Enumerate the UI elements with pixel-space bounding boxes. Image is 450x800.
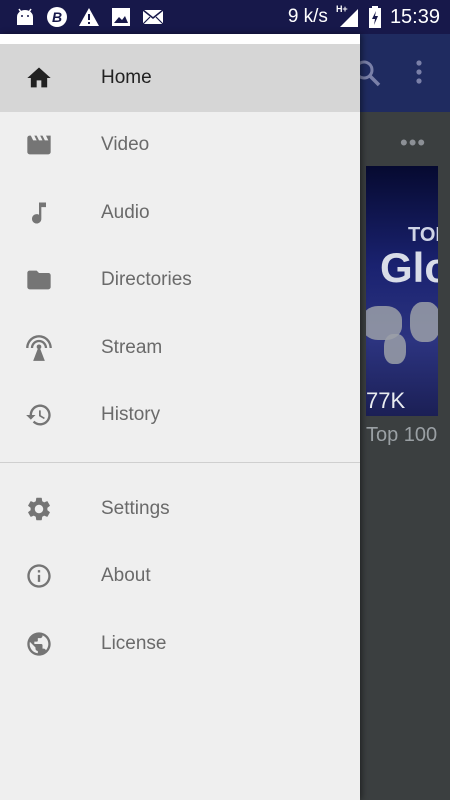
- view-count: 77K: [366, 388, 406, 413]
- nav-item-video[interactable]: Video: [0, 112, 360, 180]
- nav-label-audio: Audio: [101, 201, 150, 223]
- nav-item-stream[interactable]: Stream: [0, 314, 360, 382]
- video-title[interactable]: Top 100: [366, 424, 437, 447]
- nav-item-audio[interactable]: Audio: [0, 179, 360, 247]
- svg-text:B: B: [52, 9, 62, 25]
- world-map-shape: [384, 334, 406, 364]
- nav-item-about[interactable]: About: [0, 543, 360, 611]
- nav-label-license: License: [101, 632, 167, 654]
- globe-icon: [25, 630, 53, 658]
- drawer-header-strip: [0, 34, 360, 44]
- status-bar: B 9 k/s H+ 15:39: [0, 0, 450, 34]
- app-toolbar: [360, 34, 450, 112]
- history-icon: [25, 401, 53, 429]
- battery-charging-icon: [368, 6, 382, 28]
- nav-label-about: About: [101, 565, 151, 587]
- thumbnail-text-title: Glo: [380, 244, 438, 291]
- background-app: ••• TOP Glo 77K Top 100: [360, 34, 450, 800]
- home-icon: [25, 64, 53, 92]
- nav-item-license[interactable]: License: [0, 610, 360, 678]
- nav-item-directories[interactable]: Directories: [0, 247, 360, 315]
- nav-label-video: Video: [101, 134, 150, 156]
- music-note-icon: [25, 199, 53, 227]
- signal-icon: H+: [336, 4, 360, 28]
- drawer-divider: [0, 462, 360, 463]
- gear-icon: [25, 495, 53, 523]
- clock: 15:39: [389, 5, 440, 28]
- nav-label-home: Home: [101, 66, 152, 88]
- mail-icon: [142, 6, 164, 28]
- nav-label-settings: Settings: [101, 497, 170, 519]
- nav-label-directories: Directories: [101, 269, 192, 291]
- network-speed: 9 k/s: [287, 6, 328, 27]
- b-badge-icon: B: [46, 6, 68, 28]
- item-more-icon[interactable]: •••: [400, 130, 426, 156]
- video-icon: [25, 131, 53, 159]
- warning-icon: [78, 6, 100, 28]
- nav-item-home[interactable]: Home: [0, 44, 360, 112]
- info-icon: [25, 562, 53, 590]
- folder-icon: [25, 266, 53, 294]
- image-icon: [110, 6, 132, 28]
- nav-item-settings[interactable]: Settings: [0, 475, 360, 543]
- navigation-drawer: Home Video Audio Directories Stream Hist…: [0, 34, 360, 800]
- overflow-menu-icon[interactable]: [412, 58, 426, 93]
- nav-item-history[interactable]: History: [0, 382, 360, 450]
- android-icon: [14, 6, 36, 28]
- search-icon[interactable]: [360, 58, 382, 93]
- world-map-shape: [410, 302, 438, 342]
- nav-label-history: History: [101, 404, 161, 426]
- antenna-icon: [25, 334, 53, 362]
- nav-label-stream: Stream: [101, 336, 163, 358]
- video-thumbnail[interactable]: TOP Glo 77K: [366, 166, 438, 416]
